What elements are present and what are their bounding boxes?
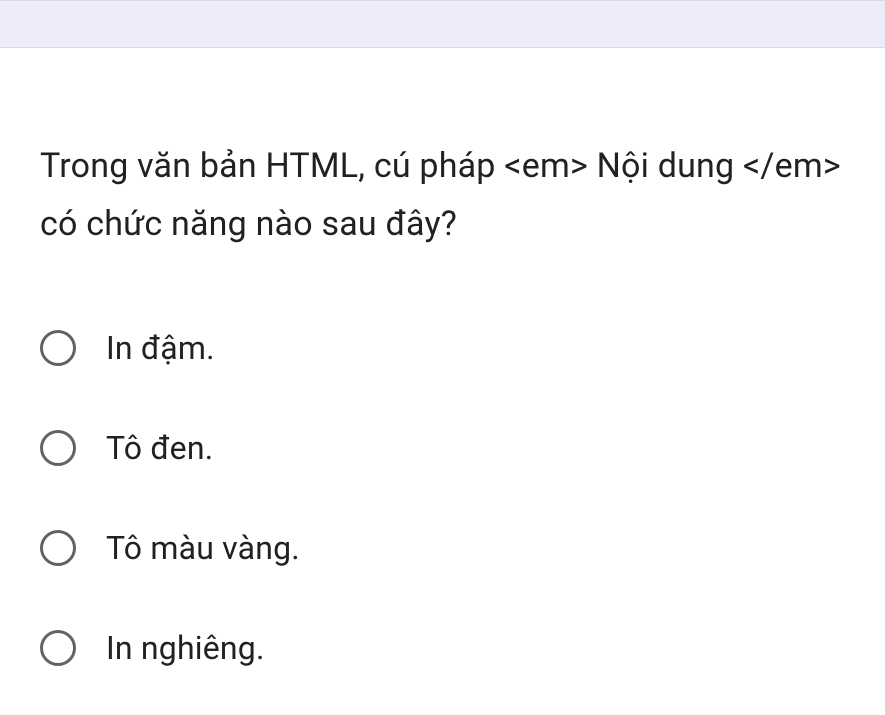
option-3[interactable]: Tô màu vàng. xyxy=(40,529,845,567)
option-1[interactable]: In đậm. xyxy=(40,329,845,367)
radio-icon xyxy=(40,430,76,466)
radio-icon xyxy=(40,330,76,366)
options-group: In đậm. Tô đen. Tô màu vàng. In nghiêng. xyxy=(40,329,845,667)
option-label: Tô màu vàng. xyxy=(106,529,300,567)
radio-icon xyxy=(40,530,76,566)
radio-icon xyxy=(40,630,76,666)
option-2[interactable]: Tô đen. xyxy=(40,429,845,467)
option-label: Tô đen. xyxy=(106,429,213,467)
question-text: Trong văn bản HTML, cú pháp <em> Nội dun… xyxy=(40,138,845,254)
option-label: In nghiêng. xyxy=(106,629,265,667)
option-4[interactable]: In nghiêng. xyxy=(40,629,845,667)
top-bar xyxy=(0,0,885,48)
question-card: Trong văn bản HTML, cú pháp <em> Nội dun… xyxy=(0,48,885,707)
option-label: In đậm. xyxy=(106,329,215,367)
